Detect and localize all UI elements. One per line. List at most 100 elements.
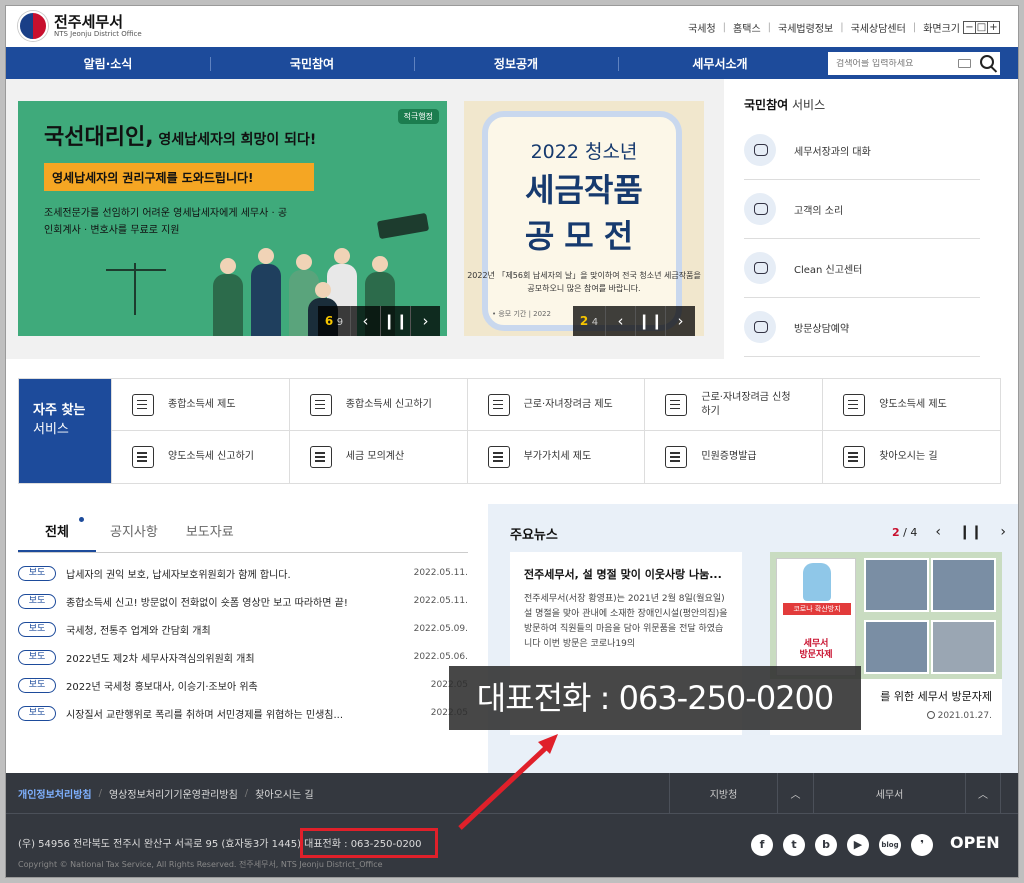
banner2-period: • 응모 기간 | 2022: [492, 310, 551, 318]
major-next-button[interactable]: ›: [1000, 524, 1006, 540]
chevron-up-icon[interactable]: ︿: [965, 773, 1001, 813]
util-link-hometax[interactable]: 홈택스: [733, 20, 761, 35]
list-item[interactable]: 보도 2022년도 제2차 세무사자격심의위원회 개최 2022.05.06.: [18, 643, 468, 671]
youtube-icon[interactable]: ▶: [847, 834, 869, 856]
banner1-prev-button[interactable]: ‹: [350, 306, 380, 336]
util-link-nts[interactable]: 국세청: [688, 20, 716, 35]
kakao-story-icon[interactable]: ❜: [911, 834, 933, 856]
util-link-law[interactable]: 국세법령정보: [778, 20, 833, 35]
service-earned-credit-info[interactable]: 근로·자녀장려금 제도: [466, 379, 645, 431]
press-badge: 보도: [18, 593, 56, 609]
facebook-icon[interactable]: f: [751, 834, 773, 856]
notice-tabs: 전체 공지사항 보도자료: [18, 511, 468, 553]
list-item[interactable]: 보도 종합소득세 신고! 방문없이 전화없이 숏폼 영상만 보고 따라하면 끝! 2…: [18, 587, 468, 615]
frequent-services-title: 자주 찾는 서비스: [19, 379, 111, 483]
people-icon: [665, 446, 688, 468]
banner2-headline-2: 공모전: [524, 217, 644, 255]
book-icon: [376, 212, 430, 240]
twitter-icon[interactable]: t: [783, 834, 805, 856]
side-item-dialogue[interactable]: 세무서장과의 대화: [744, 121, 980, 180]
keyboard-icon[interactable]: [958, 59, 971, 68]
band-icon[interactable]: b: [815, 834, 837, 856]
banner2-counter: 2 4: [579, 314, 599, 328]
footer-links: 개인정보처리방침 / 영상정보처리기기운영관리방침 / 찾아오시는 길: [18, 786, 314, 801]
search-icon[interactable]: [980, 55, 994, 69]
search-box: [828, 52, 1000, 75]
banner2-prev-button[interactable]: ‹: [605, 306, 635, 336]
nav-item-disclosure[interactable]: 정보공개: [414, 55, 618, 72]
main-nav: 알림·소식 국민참여 정보공개 세무서소개: [6, 47, 1018, 79]
tab-notices[interactable]: 공지사항: [96, 511, 172, 552]
press-badge: 보도: [18, 677, 56, 693]
news-photo: 코로나 확산방지 세무서 방문자제: [770, 552, 1002, 679]
scale-icon: [106, 263, 166, 315]
service-transfer-tax-file[interactable]: 양도소득세 신고하기: [111, 431, 289, 483]
major-news-controls: 2 / 4 ‹ ❙❙ ›: [892, 524, 1006, 540]
covid-poster: 코로나 확산방지 세무서 방문자제: [776, 558, 856, 676]
bookmark-icon: [132, 393, 154, 416]
major-news-title: 주요뉴스: [510, 528, 558, 543]
service-income-tax-file[interactable]: 종합소득세 신고하기: [288, 379, 467, 431]
list-item[interactable]: 보도 국세청, 전통주 업계와 간담회 개최 2022.05.09.: [18, 615, 468, 643]
service-earned-credit-apply[interactable]: 근로·자녀장려금 신청하기: [644, 379, 823, 431]
service-transfer-tax-info[interactable]: 양도소득세 제도: [822, 379, 1000, 431]
press-badge: 보도: [18, 565, 56, 581]
news-card-title: 전주세무서, 설 명절 맞이 이웃사랑 나눔...: [524, 568, 722, 581]
tax-office-select[interactable]: 세무서: [813, 773, 965, 813]
banner-national-agent[interactable]: 적극행정 국선대리인, 영세납세자의 희망이 되다! 영세납세자의 권리구제를 …: [18, 101, 447, 336]
banner2-next-button[interactable]: ›: [665, 306, 695, 336]
list-item[interactable]: 보도시장질서 교란행위로 폭리를 취하며 서민경제를 위협하는 민생침...20…: [18, 699, 468, 727]
service-income-tax-info[interactable]: 종합소득세 제도: [111, 379, 289, 431]
clock-icon: [926, 711, 935, 719]
chevron-up-icon[interactable]: ︿: [777, 773, 813, 813]
banner1-controls: 6 9 ‹ ❙❙ ›: [318, 306, 440, 336]
banner-title: 국선대리인, 영세납세자의 희망이 되다!: [44, 125, 317, 150]
side-title: 국민참여 서비스: [744, 98, 826, 112]
notice-board: 전체 공지사항 보도자료 보도 납세자의 권익 보호, 납세자보호위원회가 함께 …: [18, 511, 468, 727]
major-prev-button[interactable]: ‹: [935, 524, 941, 540]
nav-item-participation[interactable]: 국민참여: [210, 55, 414, 72]
press-badge: 보도: [18, 649, 56, 665]
document-icon: [665, 393, 688, 416]
banner-youth-contest[interactable]: 2022 청소년 세금작품 공모전 2022년 「제56회 납세자의 날」을 맞…: [464, 101, 704, 336]
banner1-pause-button[interactable]: ❙❙: [380, 306, 410, 336]
cctv-policy-link[interactable]: 영상정보처리기기운영관리방침: [109, 786, 238, 801]
regional-office-select[interactable]: 지방청: [669, 773, 777, 813]
nav-item-about[interactable]: 세무서소개: [618, 55, 822, 72]
sanitizer-icon: [803, 563, 831, 601]
side-item-clean[interactable]: Clean 신고센터: [744, 239, 980, 298]
side-item-voice[interactable]: 고객의 소리: [744, 180, 980, 239]
logo[interactable]: 전주세무서 NTS Jeonju District Office: [18, 11, 142, 41]
blog-icon[interactable]: blog: [879, 834, 901, 856]
coin-hand-icon: [309, 446, 332, 468]
taegeuk-logo-icon: [18, 11, 48, 41]
siren-icon: [744, 252, 776, 284]
nav-item-news[interactable]: 알림·소식: [6, 55, 210, 72]
card-icon: [309, 393, 332, 416]
tab-press[interactable]: 보도자료: [172, 511, 248, 552]
zoom-in-button[interactable]: +: [987, 21, 1000, 34]
util-link-counsel[interactable]: 국세상담센터: [851, 20, 906, 35]
privacy-policy-link[interactable]: 개인정보처리방침: [18, 786, 92, 801]
major-pause-button[interactable]: ❙❙: [959, 524, 982, 540]
list-item[interactable]: 보도 납세자의 권익 보호, 납세자보호위원회가 함께 합니다. 2022.05.1…: [18, 559, 468, 587]
location-pin-icon: [843, 446, 866, 468]
list-item[interactable]: 보도2022년 국세청 홍보대사, 이승기·조보아 위촉2022.05: [18, 671, 468, 699]
service-certificate[interactable]: 민원증명발급: [644, 431, 822, 483]
press-badge: 보도: [18, 621, 56, 637]
search-input[interactable]: [836, 58, 956, 69]
service-directions[interactable]: 찾아오시는 길: [822, 431, 1000, 483]
banner2-pause-button[interactable]: ❙❙: [635, 306, 665, 336]
service-vat-info[interactable]: 부가가치세 제도: [466, 431, 645, 483]
banner-tag: 적극행정: [397, 109, 439, 124]
browser-page: 전주세무서 NTS Jeonju District Office 국세청 | 홈택…: [5, 5, 1019, 878]
utility-links: 국세청 | 홈택스 | 국세법령정보 | 국세상담센터 | 화면크기 − □ +: [688, 20, 1000, 35]
service-tax-simulation[interactable]: 세금 모의계산: [288, 431, 467, 483]
header: 전주세무서 NTS Jeonju District Office 국세청 | 홈택…: [6, 6, 1018, 48]
tab-all[interactable]: 전체: [18, 511, 96, 552]
directions-link[interactable]: 찾아오시는 길: [255, 786, 313, 801]
banner2-year: 2022 청소년: [530, 141, 638, 163]
banner1-next-button[interactable]: ›: [410, 306, 440, 336]
side-item-reservation[interactable]: 방문상담예약: [744, 298, 980, 357]
poster-red-label: 코로나 확산방지: [783, 603, 851, 615]
